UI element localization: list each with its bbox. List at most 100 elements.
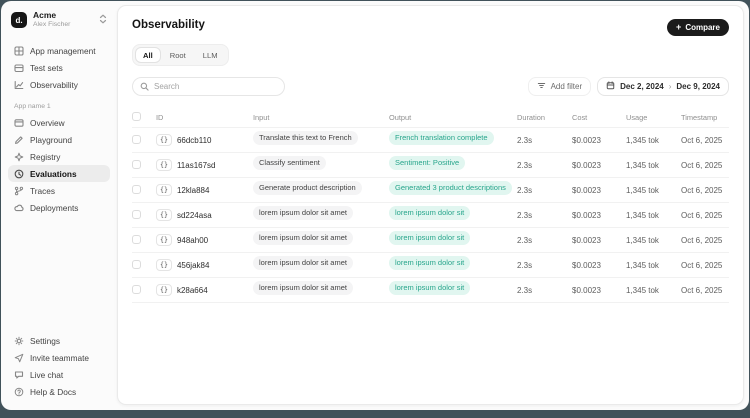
row-duration: 2.3s xyxy=(517,186,572,195)
compare-button-label: Compare xyxy=(685,23,720,32)
table-row[interactable]: {} k28a664 lorem ipsum dolor sit amet lo… xyxy=(132,278,729,303)
row-checkbox[interactable] xyxy=(132,285,141,294)
row-usage: 1,345 tok xyxy=(626,211,681,220)
sidebar-item-playground[interactable]: Playground xyxy=(8,131,110,148)
input-chip: Classify sentiment xyxy=(253,156,326,170)
sidebar-item-live-chat[interactable]: Live chat xyxy=(8,366,110,383)
row-duration: 2.3s xyxy=(517,236,572,245)
date-range-button[interactable]: Dec 2, 2024 › Dec 9, 2024 xyxy=(597,77,729,96)
table-row[interactable]: {} 12kla884 Generate product description… xyxy=(132,178,729,203)
row-cost: $0.0023 xyxy=(572,261,626,270)
sidebar-item-label: Invite teammate xyxy=(30,353,89,363)
row-id: sd224asa xyxy=(177,211,212,220)
json-braces-icon: {} xyxy=(156,284,172,296)
table-row[interactable]: {} 66dcb110 Translate this text to Frenc… xyxy=(132,128,729,153)
sidebar-item-observability[interactable]: Observability xyxy=(8,76,110,93)
column-header-duration: Duration xyxy=(517,113,572,122)
row-cost: $0.0023 xyxy=(572,136,626,145)
row-checkbox[interactable] xyxy=(132,235,141,244)
sidebar-item-registry[interactable]: Registry xyxy=(8,148,110,165)
row-usage: 1,345 tok xyxy=(626,261,681,270)
row-usage: 1,345 tok xyxy=(626,136,681,145)
search-box[interactable] xyxy=(132,77,285,96)
row-timestamp: Oct 6, 2025 xyxy=(681,261,729,270)
tab-root[interactable]: Root xyxy=(162,47,194,63)
tab-all[interactable]: All xyxy=(135,47,161,63)
compare-button[interactable]: + Compare xyxy=(667,19,729,36)
workspace-info: Acme Alex Fischer xyxy=(33,11,93,29)
tab-llm[interactable]: LLM xyxy=(195,47,226,63)
sidebar-item-label: Traces xyxy=(30,186,55,196)
workspace-user: Alex Fischer xyxy=(33,21,93,29)
sidebar-item-app-management[interactable]: App management xyxy=(8,42,110,59)
sidebar-item-label: Help & Docs xyxy=(30,387,76,397)
row-timestamp: Oct 6, 2025 xyxy=(681,161,729,170)
table-body: {} 66dcb110 Translate this text to Frenc… xyxy=(132,128,729,303)
sidebar-spacer xyxy=(8,216,110,332)
date-start: Dec 2, 2024 xyxy=(620,82,664,91)
grid-icon xyxy=(14,46,24,56)
output-chip: lorem ipsum dolor sit xyxy=(389,256,470,270)
plus-icon: + xyxy=(676,23,681,32)
table-header: ID Input Output Duration Cost Usage Time… xyxy=(132,107,729,128)
sidebar-item-label: App management xyxy=(30,46,96,56)
output-chip: French translation complete xyxy=(389,131,494,145)
output-chip: lorem ipsum dolor sit xyxy=(389,231,470,245)
sidebar-item-test-sets[interactable]: Test sets xyxy=(8,59,110,76)
json-braces-icon: {} xyxy=(156,134,172,146)
chat-bubble-icon xyxy=(14,370,24,380)
output-chip: Generated 3 product descriptions xyxy=(389,181,512,195)
app-window: d. Acme Alex Fischer App management Test… xyxy=(1,1,749,410)
sidebar-item-label: Playground xyxy=(30,135,72,145)
input-chip: lorem ipsum dolor sit amet xyxy=(253,256,353,270)
output-chip: Sentiment: Positive xyxy=(389,156,465,170)
sidebar-item-settings[interactable]: Settings xyxy=(8,332,110,349)
input-chip: lorem ipsum dolor sit amet xyxy=(253,231,353,245)
traces-table: ID Input Output Duration Cost Usage Time… xyxy=(132,107,729,303)
sidebar-item-evaluations[interactable]: Evaluations xyxy=(8,165,110,182)
row-checkbox[interactable] xyxy=(132,260,141,269)
row-checkbox[interactable] xyxy=(132,185,141,194)
row-checkbox[interactable] xyxy=(132,160,141,169)
search-input[interactable] xyxy=(154,82,277,91)
row-checkbox[interactable] xyxy=(132,210,141,219)
row-cost: $0.0023 xyxy=(572,161,626,170)
browser-icon xyxy=(14,118,24,128)
row-timestamp: Oct 6, 2025 xyxy=(681,211,729,220)
sparkle-icon xyxy=(14,152,24,162)
row-timestamp: Oct 6, 2025 xyxy=(681,136,729,145)
input-chip: Translate this text to French xyxy=(253,131,358,145)
sidebar-section-label: App name 1 xyxy=(14,103,110,110)
row-duration: 2.3s xyxy=(517,211,572,220)
sidebar-item-deployments[interactable]: Deployments xyxy=(8,199,110,216)
json-braces-icon: {} xyxy=(156,234,172,246)
output-chip: lorem ipsum dolor sit xyxy=(389,281,470,295)
add-filter-label: Add filter xyxy=(551,82,583,91)
help-circle-icon xyxy=(14,387,24,397)
row-duration: 2.3s xyxy=(517,261,572,270)
workspace-logo: d. xyxy=(11,12,27,28)
sidebar-item-traces[interactable]: Traces xyxy=(8,182,110,199)
table-row[interactable]: {} 948ah00 lorem ipsum dolor sit amet lo… xyxy=(132,228,729,253)
row-usage: 1,345 tok xyxy=(626,186,681,195)
json-braces-icon: {} xyxy=(156,184,172,196)
sidebar-item-label: Live chat xyxy=(30,370,63,380)
row-id: 66dcb110 xyxy=(177,136,212,145)
sidebar-item-overview[interactable]: Overview xyxy=(8,114,110,131)
sidebar-item-invite-teammate[interactable]: Invite teammate xyxy=(8,349,110,366)
row-duration: 2.3s xyxy=(517,136,572,145)
table-row[interactable]: {} sd224asa lorem ipsum dolor sit amet l… xyxy=(132,203,729,228)
table-row[interactable]: {} 456jak84 lorem ipsum dolor sit amet l… xyxy=(132,253,729,278)
sidebar-item-help-docs[interactable]: Help & Docs xyxy=(8,383,110,400)
table-row[interactable]: {} 11as167sd Classify sentiment Sentimen… xyxy=(132,153,729,178)
sidebar-item-label: Registry xyxy=(30,152,60,162)
json-braces-icon: {} xyxy=(156,209,172,221)
select-all-checkbox[interactable] xyxy=(132,112,141,121)
workspace-switcher[interactable]: d. Acme Alex Fischer xyxy=(8,9,110,31)
output-chip: lorem ipsum dolor sit xyxy=(389,206,470,220)
calendar-icon xyxy=(606,81,615,92)
search-icon xyxy=(140,78,149,96)
column-header-cost: Cost xyxy=(572,113,626,122)
row-checkbox[interactable] xyxy=(132,135,141,144)
add-filter-button[interactable]: Add filter xyxy=(528,77,592,96)
